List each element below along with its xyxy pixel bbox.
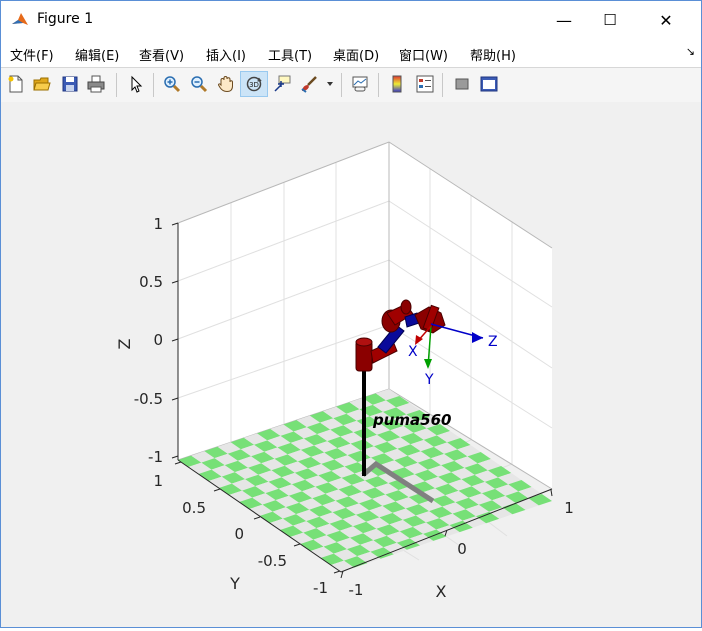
toolbar-separator [442,73,443,97]
x-axis-label: X [436,582,447,601]
toolbar-separator [153,73,154,97]
frame-z-label: Z [488,334,498,350]
robot-name-label: puma560 [372,411,451,429]
menu-view[interactable]: 查看(V) [139,45,184,64]
menu-help[interactable]: 帮助(H) [470,45,516,64]
insert-legend-icon[interactable] [414,73,436,95]
minimize-button[interactable]: — [541,1,587,39]
figure-toolbar: 3D [1,67,701,103]
link-plot-icon[interactable] [349,73,371,95]
toolbar-separator [341,73,342,97]
x-tick-label: -1 [349,581,364,599]
toolbar-separator [378,73,379,97]
toolbar-separator [116,73,117,97]
z-tick-label: 1 [153,215,163,233]
matlab-icon [11,11,29,29]
data-cursor-icon[interactable] [271,73,293,95]
edit-plot-arrow-icon[interactable] [125,73,147,95]
frame-x-label: X [408,344,418,360]
brush-dropdown-icon[interactable] [323,73,337,95]
menu-desktop[interactable]: 桌面(D) [333,45,379,64]
menu-window[interactable]: 窗口(W) [399,45,448,64]
menu-insert[interactable]: 插入(I) [206,45,246,64]
insert-colorbar-icon[interactable] [386,73,408,95]
z-tick-label: -1 [148,448,163,466]
y-tick-label: 1 [153,472,163,490]
frame-y-label: Y [424,372,434,388]
x-tick-label: 1 [564,499,574,517]
svg-text:3D: 3D [249,81,259,89]
y-tick-label: -1 [313,579,328,597]
undock-icon[interactable]: ↘ [686,45,695,58]
y-tick-label: 0.5 [182,499,206,517]
z-tick-label: 0.5 [139,273,163,291]
brush-icon[interactable] [298,73,320,95]
z-axis-label: Z [115,338,134,349]
window-title: Figure 1 [37,11,94,27]
rotate-3d-icon[interactable]: 3D [240,71,268,97]
y-axis-label: Y [229,574,240,593]
y-tick-label: 0 [234,525,244,543]
zoom-out-icon[interactable] [188,73,210,95]
close-button[interactable]: ✕ [643,1,689,39]
menu-edit[interactable]: 编辑(E) [75,45,119,64]
save-icon[interactable] [59,73,81,95]
figure-canvas[interactable]: Z Y X puma560 1 0.5 0 -0.5 -1 1 0.5 0 -0… [1,102,701,627]
open-file-icon[interactable] [31,73,53,95]
z-tick-label: -0.5 [134,390,163,408]
new-figure-icon[interactable] [5,73,27,95]
zoom-in-icon[interactable] [161,73,183,95]
z-tick-label: 0 [153,331,163,349]
show-plot-tools-icon[interactable] [478,73,500,95]
pan-hand-icon[interactable] [215,73,237,95]
menu-file[interactable]: 文件(F) [10,45,54,64]
menu-tools[interactable]: 工具(T) [268,45,312,64]
hide-plot-tools-icon[interactable] [451,73,473,95]
menu-bar: 文件(F) 编辑(E) 查看(V) 插入(I) 工具(T) 桌面(D) 窗口(W… [1,39,701,67]
title-bar[interactable]: Figure 1 — ☐ ✕ [1,1,701,39]
print-icon[interactable] [85,73,107,95]
y-tick-label: -0.5 [258,552,287,570]
x-tick-label: 0 [457,540,467,558]
maximize-button[interactable]: ☐ [587,1,633,39]
axes-3d[interactable]: Z Y X puma560 1 0.5 0 -0.5 -1 1 0.5 0 -0… [1,102,701,627]
figure-window: Figure 1 — ☐ ✕ 文件(F) 编辑(E) 查看(V) 插入(I) 工… [0,0,702,628]
